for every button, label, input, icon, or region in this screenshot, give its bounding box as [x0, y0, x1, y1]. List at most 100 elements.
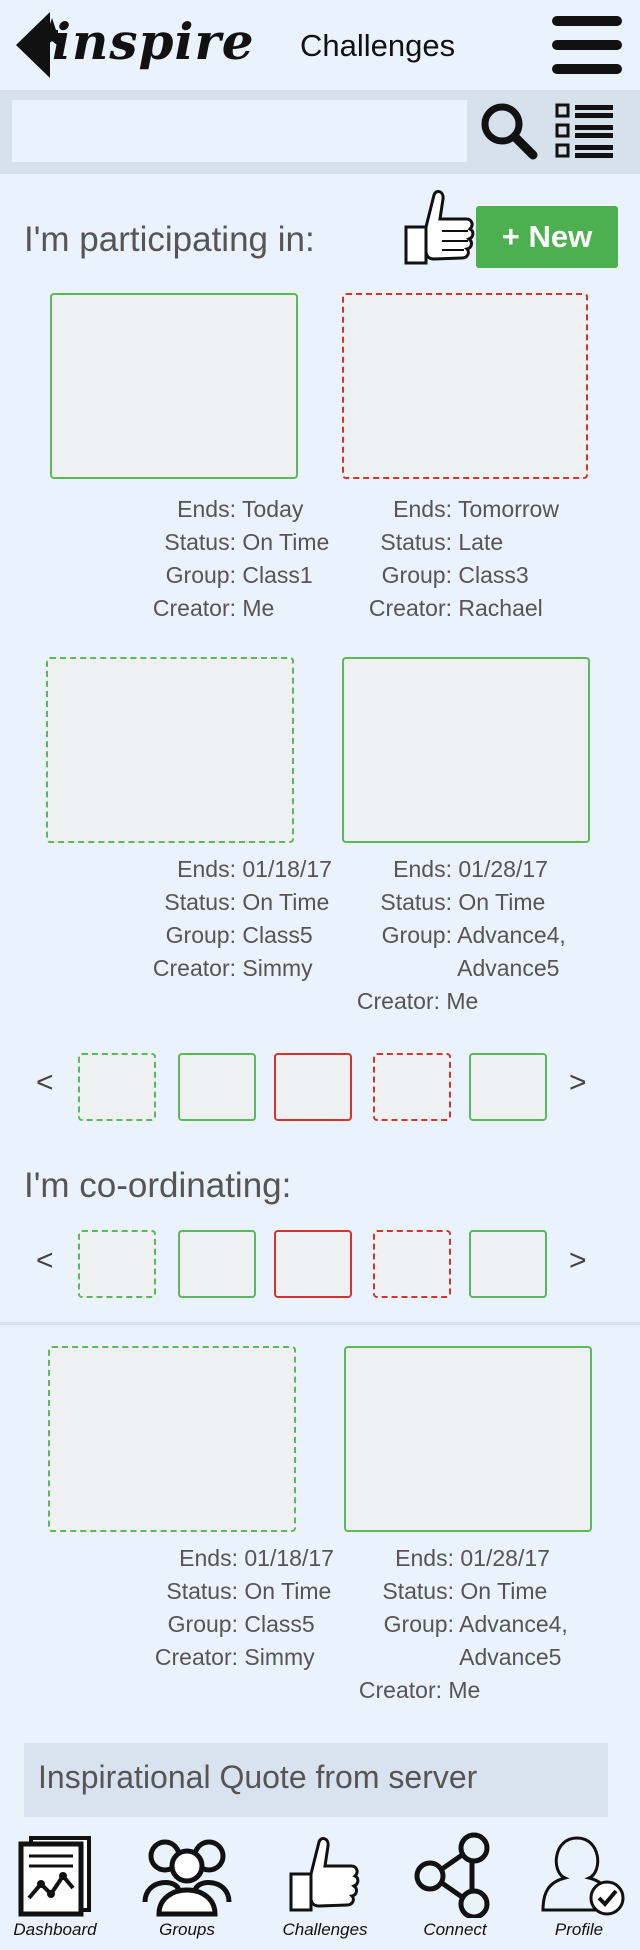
challenge-card-info: Ends: 01/18/17 Status: On Time Group: Cl…: [62, 1542, 334, 1674]
thumbs-up-icon: [404, 190, 475, 265]
nav-label: Dashboard: [13, 1920, 97, 1939]
creator-label: Creator:: [152, 955, 236, 981]
carousel-thumbnail[interactable]: [178, 1053, 256, 1121]
creator-label: Creator:: [368, 595, 452, 621]
share-icon: [414, 1832, 490, 1918]
challenge-card-thumbnail[interactable]: [342, 293, 588, 479]
creator-label: Creator:: [356, 988, 440, 1014]
creator-value: Me: [242, 595, 275, 621]
carousel-thumbnail[interactable]: [274, 1230, 352, 1298]
carousel-thumbnail[interactable]: [469, 1230, 547, 1298]
challenge-card-info: Ends: Today Status: On Time Group: Class…: [60, 493, 329, 625]
ends-value: 01/28/17: [460, 1545, 550, 1571]
page-title: Challenges: [300, 28, 456, 63]
groups-icon: [142, 1839, 232, 1917]
creator-label: Creator:: [152, 595, 236, 621]
challenge-card-info: Ends: Tomorrow Status: Late Group: Class…: [352, 493, 559, 625]
group-label: Group:: [165, 922, 236, 948]
app-logo: inspire: [52, 12, 255, 71]
group-value: Advance4,: [457, 922, 566, 948]
group-label: Group:: [383, 1611, 454, 1637]
ends-label: Ends:: [395, 1545, 454, 1571]
carousel-thumbnail[interactable]: [373, 1053, 451, 1121]
carousel-prev-button[interactable]: <: [36, 1244, 54, 1278]
challenge-card-thumbnail[interactable]: [48, 1346, 296, 1532]
carousel-prev-button[interactable]: <: [36, 1066, 54, 1100]
group-value: Advance5: [457, 955, 560, 981]
status-label: Status:: [380, 529, 452, 555]
status-value: On Time: [244, 1578, 332, 1604]
status-label: Status:: [380, 889, 452, 915]
carousel-thumbnail[interactable]: [78, 1230, 156, 1298]
carousel-thumbnail[interactable]: [469, 1053, 547, 1121]
status-label: Status:: [382, 1578, 454, 1604]
thumbs-up-icon: [289, 1837, 360, 1912]
nav-label: Profile: [554, 1920, 604, 1939]
search-input[interactable]: [12, 100, 467, 162]
carousel-thumbnail[interactable]: [178, 1230, 256, 1298]
creator-value: Rachael: [458, 595, 543, 621]
group-value: Class1: [242, 562, 313, 588]
ends-label: Ends:: [179, 1545, 238, 1571]
new-challenge-button[interactable]: + New: [476, 206, 618, 268]
coordinating-title: I'm co-ordinating:: [24, 1166, 292, 1205]
list-view-icon[interactable]: [555, 102, 615, 160]
nav-label: Challenges: [282, 1920, 368, 1939]
challenge-card-thumbnail[interactable]: [344, 1346, 592, 1532]
nav-challenges[interactable]: Challenges: [270, 1832, 380, 1950]
challenge-card-thumbnail[interactable]: [342, 657, 590, 843]
nav-label: Connect: [423, 1920, 487, 1939]
group-value: Advance4,: [459, 1611, 568, 1637]
creator-label: Creator:: [358, 1677, 442, 1703]
status-label: Status:: [166, 1578, 238, 1604]
group-value: Class5: [244, 1611, 315, 1637]
carousel-thumbnail[interactable]: [274, 1053, 352, 1121]
creator-value: Me: [448, 1677, 481, 1703]
carousel-thumbnail[interactable]: [78, 1053, 156, 1121]
ends-value: Tomorrow: [457, 496, 559, 522]
status-label: Status:: [164, 529, 236, 555]
carousel-next-button[interactable]: >: [569, 1244, 587, 1278]
challenge-card-info: Ends: 01/28/17 Status: On Time Group: Ad…: [354, 1542, 568, 1707]
ends-label: Ends:: [177, 496, 236, 522]
creator-value: Me: [446, 988, 479, 1014]
search-icon[interactable]: [478, 100, 538, 160]
ends-label: Ends:: [177, 856, 236, 882]
status-value: On Time: [242, 889, 330, 915]
nav-dashboard[interactable]: Dashboard: [0, 1832, 110, 1950]
status-value: On Time: [460, 1578, 548, 1604]
challenge-card-info: Ends: 01/18/17 Status: On Time Group: Cl…: [60, 853, 332, 985]
carousel-next-button[interactable]: >: [569, 1066, 587, 1100]
challenge-card-thumbnail[interactable]: [50, 293, 298, 479]
nav-profile[interactable]: Profile: [524, 1832, 634, 1950]
dashboard-icon: [18, 1836, 91, 1917]
group-label: Group:: [381, 562, 452, 588]
menu-icon[interactable]: [552, 16, 622, 76]
status-value: Late: [458, 529, 504, 555]
ends-value: 01/18/17: [242, 856, 332, 882]
group-label: Group:: [167, 1611, 238, 1637]
nav-label: Groups: [159, 1920, 215, 1939]
group-value: Advance5: [459, 1644, 562, 1670]
creator-label: Creator:: [154, 1644, 238, 1670]
creator-value: Simmy: [242, 955, 313, 981]
group-label: Group:: [381, 922, 452, 948]
ends-value: 01/18/17: [244, 1545, 334, 1571]
status-label: Status:: [164, 889, 236, 915]
status-value: On Time: [458, 889, 546, 915]
ends-value: Today: [241, 496, 304, 522]
carousel-thumbnail[interactable]: [373, 1230, 451, 1298]
creator-value: Simmy: [244, 1644, 315, 1670]
status-value: On Time: [242, 529, 330, 555]
challenge-card-thumbnail[interactable]: [46, 657, 294, 843]
section-divider: [0, 1322, 640, 1325]
challenge-card-info: Ends: 01/28/17 Status: On Time Group: Ad…: [352, 853, 566, 1018]
group-value: Class5: [242, 922, 313, 948]
profile-icon: [541, 1836, 625, 1916]
nav-connect[interactable]: Connect: [400, 1832, 510, 1950]
ends-label: Ends:: [393, 856, 452, 882]
group-label: Group:: [165, 562, 236, 588]
nav-groups[interactable]: Groups: [132, 1832, 242, 1950]
ends-label: Ends:: [393, 496, 452, 522]
ends-value: 01/28/17: [458, 856, 548, 882]
